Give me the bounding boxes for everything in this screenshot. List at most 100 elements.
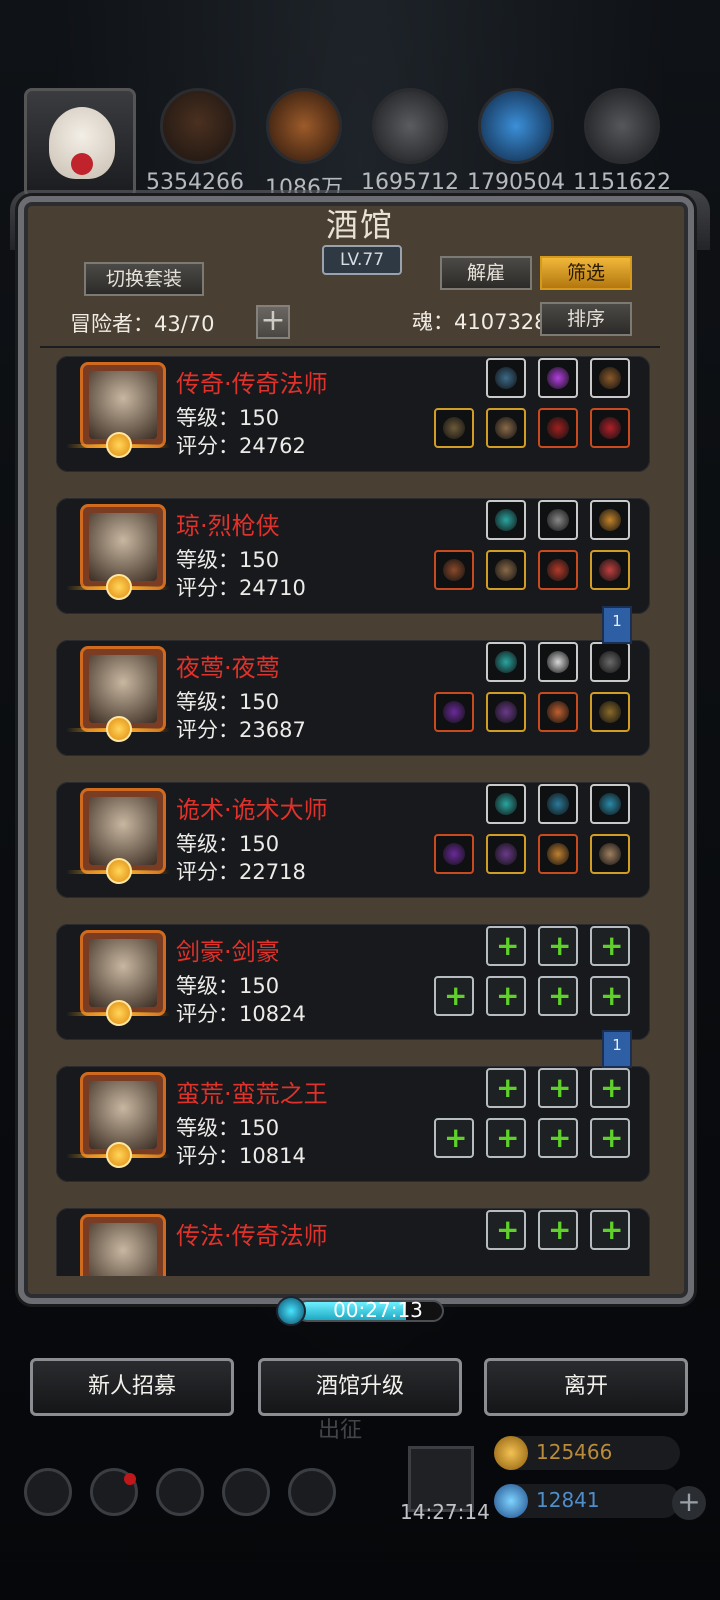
equipment-slot[interactable] bbox=[590, 358, 630, 398]
dismiss-button[interactable]: 解雇 bbox=[440, 256, 532, 290]
hero-row[interactable]: 剑豪·剑豪等级：150 评分：10824 + + + + + + + bbox=[56, 924, 650, 1040]
hero-name: 剑豪·剑豪 bbox=[176, 938, 280, 966]
equipment-slot[interactable] bbox=[486, 550, 526, 590]
rank-emblem-icon bbox=[66, 432, 170, 458]
equipment-slot[interactable]: + bbox=[486, 976, 526, 1016]
recruit-button[interactable]: 新人招募 bbox=[30, 1358, 234, 1416]
hero-row[interactable]: 诡术·诡术大师 等级：150 评分：22718 bbox=[56, 782, 650, 898]
hero-portrait-image bbox=[89, 1223, 157, 1276]
equipment-slot[interactable]: + bbox=[590, 1118, 630, 1158]
castle-icon[interactable] bbox=[156, 1468, 204, 1516]
equipment-slot[interactable] bbox=[538, 408, 578, 448]
equipment-slot[interactable] bbox=[434, 408, 474, 448]
flask-icon bbox=[599, 367, 621, 389]
gem-icon bbox=[494, 1484, 528, 1518]
equipment-slot[interactable] bbox=[486, 692, 526, 732]
gem-icon bbox=[495, 651, 517, 673]
equipment-slot[interactable]: + bbox=[538, 926, 578, 966]
hero-row[interactable]: 传奇·传奇法师 等级：150 评分：24762 bbox=[56, 356, 650, 472]
equipment-slot[interactable] bbox=[434, 550, 474, 590]
equipment-slot[interactable] bbox=[538, 784, 578, 824]
resource-wood[interactable] bbox=[266, 88, 344, 166]
equipment-slot[interactable] bbox=[486, 500, 526, 540]
equipment-slot[interactable]: + bbox=[538, 1118, 578, 1158]
resource-food[interactable] bbox=[160, 88, 238, 166]
switch-outfit-button[interactable]: 切换套装 bbox=[84, 262, 204, 296]
hero-list[interactable]: 传奇·传奇法师 等级：150 评分：24762 琼·烈枪侠 等级：150 评分：24710… bbox=[56, 356, 650, 1276]
equipment-slot[interactable] bbox=[590, 408, 630, 448]
equipment-slot[interactable] bbox=[590, 692, 630, 732]
equipment-slot[interactable] bbox=[434, 692, 474, 732]
add-equipment-icon bbox=[549, 1221, 567, 1239]
hero-name: 琼·烈枪侠 bbox=[176, 512, 280, 540]
hero-score: 评分：10824 bbox=[176, 1002, 306, 1026]
equipment-slot[interactable] bbox=[538, 550, 578, 590]
hero-portrait-image bbox=[89, 939, 157, 1007]
cloak-icon bbox=[495, 701, 517, 723]
hero-level: 等级：150 bbox=[176, 974, 280, 998]
equipment-slot[interactable]: + bbox=[538, 976, 578, 1016]
equipment-slot[interactable]: + bbox=[590, 926, 630, 966]
equipment-slot[interactable]: + bbox=[590, 1068, 630, 1108]
hero-portrait[interactable] bbox=[80, 1214, 166, 1276]
add-equipment-icon bbox=[497, 1221, 515, 1239]
equipment-slot[interactable] bbox=[590, 642, 630, 682]
equipment-slot[interactable] bbox=[486, 784, 526, 824]
hero-level: 等级：150 bbox=[176, 406, 280, 430]
equipment-slot[interactable] bbox=[538, 500, 578, 540]
equipment-slot[interactable] bbox=[486, 642, 526, 682]
hero-row[interactable]: 传法·传奇法师 + + + bbox=[56, 1208, 650, 1276]
equipment-slot[interactable]: + bbox=[590, 1210, 630, 1250]
equipment-slot[interactable] bbox=[590, 500, 630, 540]
gem-display: 12841 bbox=[494, 1484, 680, 1518]
hero-row[interactable]: 琼·烈枪侠 等级：150 评分：24710 bbox=[56, 498, 650, 614]
filter-button[interactable]: 筛选 bbox=[540, 256, 632, 290]
equipment-slot[interactable]: + bbox=[538, 1068, 578, 1108]
add-slot-button[interactable]: + bbox=[256, 305, 290, 339]
equipment-slot[interactable] bbox=[538, 642, 578, 682]
leave-button[interactable]: 离开 bbox=[484, 1358, 688, 1416]
player-avatar[interactable] bbox=[24, 88, 136, 198]
equipment-slot[interactable] bbox=[590, 784, 630, 824]
equipment-slot[interactable]: + bbox=[538, 1210, 578, 1250]
equipment-slot[interactable] bbox=[486, 358, 526, 398]
hero-row[interactable]: 夜莺·夜莺 等级：150 评分：23687 bbox=[56, 640, 650, 756]
equipment-slot[interactable]: + bbox=[434, 976, 474, 1016]
resource-crystal[interactable] bbox=[478, 88, 556, 166]
hero-name: 诡术·诡术大师 bbox=[176, 796, 328, 824]
equipment-slot[interactable]: + bbox=[434, 1118, 474, 1158]
tavern-upgrade-button[interactable]: 酒馆升级 bbox=[258, 1358, 462, 1416]
tavern-level-badge: LV.77 bbox=[322, 245, 402, 275]
deploy-label: 出征 bbox=[318, 1418, 363, 1443]
equipment-slot[interactable]: + bbox=[486, 926, 526, 966]
ring-icon bbox=[599, 417, 621, 439]
crystal-icon bbox=[478, 88, 554, 164]
sort-button[interactable]: 排序 bbox=[540, 302, 632, 336]
inventory-icon[interactable] bbox=[288, 1468, 336, 1516]
equipment-slot[interactable] bbox=[538, 358, 578, 398]
equipment-slot[interactable] bbox=[538, 834, 578, 874]
helm-icon bbox=[547, 559, 569, 581]
equipment-slot[interactable] bbox=[590, 550, 630, 590]
equipment-slot[interactable] bbox=[486, 834, 526, 874]
hero-score: 评分：24710 bbox=[176, 576, 306, 600]
equipment-slot[interactable]: + bbox=[590, 976, 630, 1016]
stone-icon bbox=[599, 793, 621, 815]
equipment-slot[interactable]: + bbox=[486, 1210, 526, 1250]
equipment-slot[interactable] bbox=[590, 834, 630, 874]
hero-row[interactable]: 蛮荒·蛮荒之王 等级：150 评分：10814 + + + + + + + bbox=[56, 1066, 650, 1182]
equipment-slot[interactable] bbox=[434, 834, 474, 874]
mail-icon[interactable] bbox=[222, 1468, 270, 1516]
add-currency-button[interactable]: + bbox=[672, 1486, 706, 1520]
equipment-slot[interactable] bbox=[538, 692, 578, 732]
resource-iron[interactable] bbox=[372, 88, 450, 166]
rune-icon bbox=[599, 651, 621, 673]
rank-emblem-icon bbox=[66, 1142, 170, 1168]
hero-portrait-image bbox=[89, 655, 157, 723]
equipment-slot[interactable]: + bbox=[486, 1068, 526, 1108]
settings-icon[interactable] bbox=[24, 1468, 72, 1516]
add-equipment-icon bbox=[601, 1079, 619, 1097]
equipment-slot[interactable] bbox=[486, 408, 526, 448]
equipment-slot[interactable]: + bbox=[486, 1118, 526, 1158]
resource-stone[interactable] bbox=[584, 88, 662, 166]
